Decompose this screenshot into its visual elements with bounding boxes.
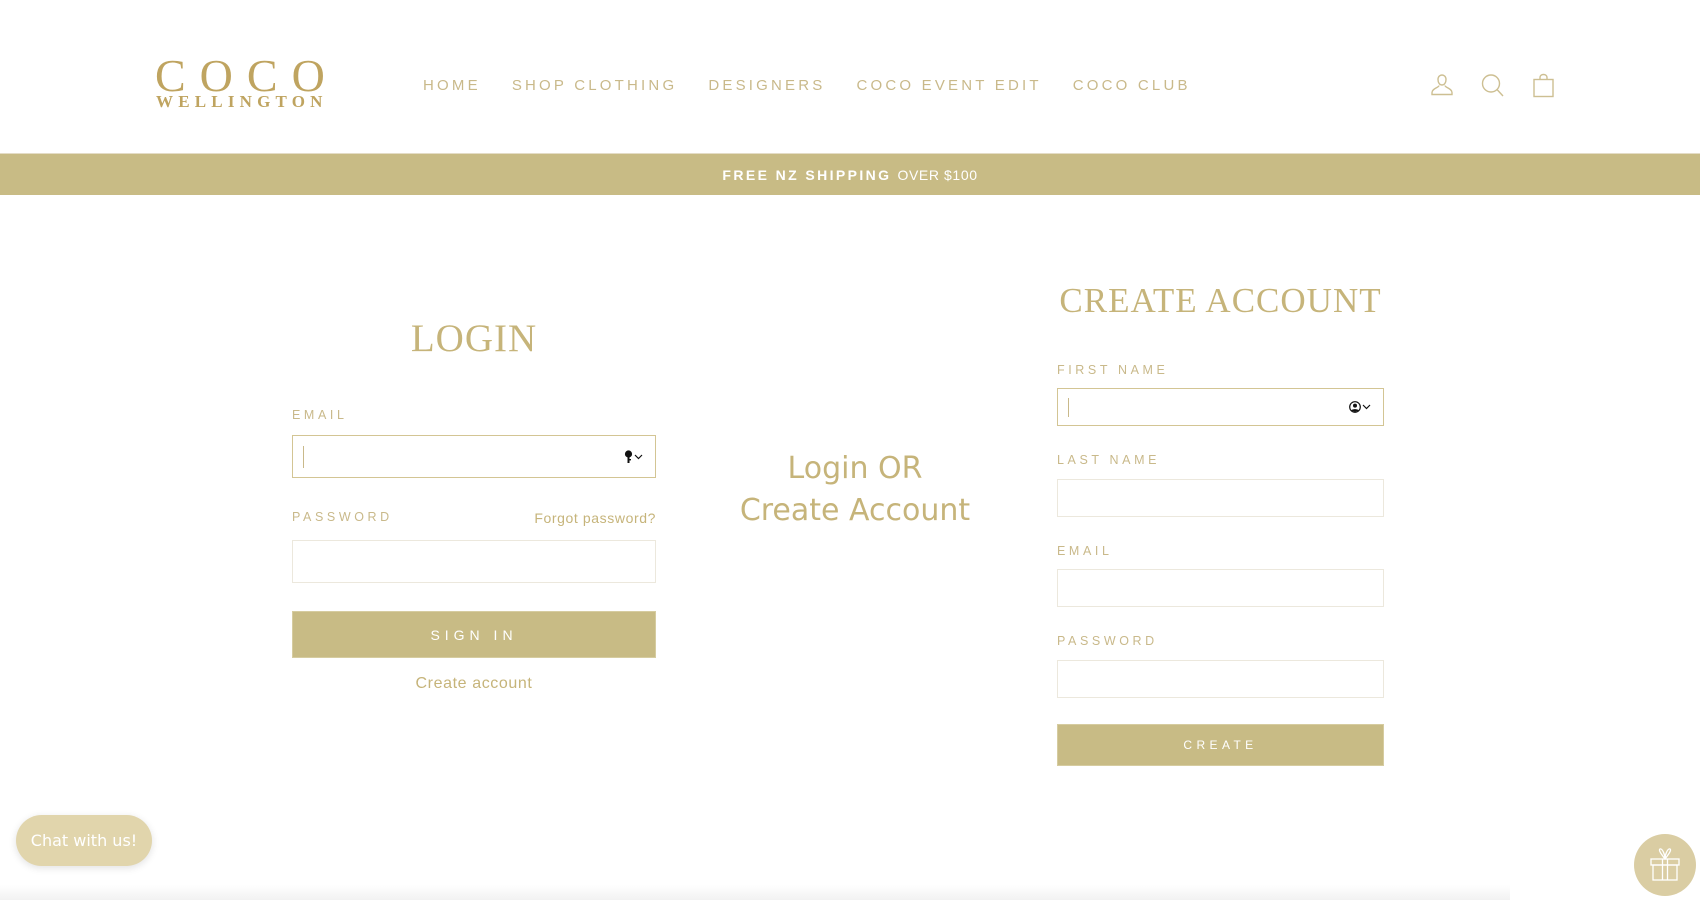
chevron-down-icon <box>1362 404 1371 410</box>
gift-icon <box>1650 848 1680 881</box>
login-title: LOGIN <box>410 317 538 360</box>
cart-icon[interactable] <box>1530 72 1558 100</box>
create-button[interactable]: CREATE <box>1057 724 1384 766</box>
text-caret <box>303 446 304 468</box>
rewards-gift-button[interactable] <box>1634 834 1696 896</box>
forgot-password-link[interactable]: Forgot password? <box>534 510 656 526</box>
login-or-create-text: Login OR Create Account <box>720 448 990 532</box>
create-password-label: PASSWORD <box>1057 634 1158 648</box>
nav-shop-clothing[interactable]: SHOP CLOTHING <box>512 77 678 95</box>
text-caret <box>1068 398 1069 417</box>
create-email-field[interactable] <box>1057 569 1384 607</box>
footer-shadow <box>0 885 1510 900</box>
nav-coco-event-edit[interactable]: COCO EVENT EDIT <box>856 77 1041 95</box>
create-password-field[interactable] <box>1057 660 1384 698</box>
announcement-bar: FREE NZ SHIPPING OVER $100 <box>0 153 1700 195</box>
first-name-input[interactable] <box>1058 389 1383 425</box>
nav-designers[interactable]: DESIGNERS <box>708 77 825 95</box>
search-icon[interactable] <box>1479 72 1507 100</box>
logo[interactable]: COCO WELLINGTON <box>155 50 373 112</box>
first-name-field[interactable] <box>1057 388 1384 426</box>
main-nav: HOME SHOP CLOTHING DESIGNERS COCO EVENT … <box>423 77 1191 95</box>
login-email-field[interactable] <box>292 435 656 478</box>
account-icon[interactable] <box>1428 72 1456 100</box>
nav-coco-club[interactable]: COCO CLUB <box>1073 77 1191 95</box>
chat-with-us-button[interactable]: Chat with us! <box>16 815 152 866</box>
login-password-field[interactable] <box>292 540 656 583</box>
password-manager-key-icon[interactable] <box>624 449 643 464</box>
last-name-input[interactable] <box>1058 480 1383 516</box>
logo-coco: COCO <box>155 50 339 101</box>
sign-in-button[interactable]: SIGN IN <box>292 611 656 658</box>
contact-autofill-icon[interactable] <box>1349 401 1371 413</box>
login-password-label: PASSWORD <box>292 510 393 524</box>
site-header: COCO WELLINGTON HOME SHOP CLOTHING DESIG… <box>0 0 1700 153</box>
last-name-label: LAST NAME <box>1057 453 1161 467</box>
login-password-input[interactable] <box>293 541 655 582</box>
first-name-label: FIRST NAME <box>1057 363 1169 377</box>
announcement-bold: FREE NZ SHIPPING <box>722 166 892 183</box>
create-email-label: EMAIL <box>1057 544 1113 558</box>
or-line-2: Create Account <box>739 493 971 528</box>
create-email-input[interactable] <box>1058 570 1383 606</box>
announcement-regular: OVER $100 <box>897 166 978 183</box>
login-email-label: EMAIL <box>292 408 348 422</box>
logo-wellington: WELLINGTON <box>156 92 328 111</box>
create-account-title: CREATE ACCOUNT <box>1059 281 1382 320</box>
create-account-link[interactable]: Create account <box>292 675 656 693</box>
or-line-1: Login OR <box>787 451 923 486</box>
chevron-down-icon <box>634 454 643 459</box>
create-password-input[interactable] <box>1058 661 1383 697</box>
login-email-input[interactable] <box>293 436 655 477</box>
nav-home[interactable]: HOME <box>423 77 481 95</box>
last-name-field[interactable] <box>1057 479 1384 517</box>
